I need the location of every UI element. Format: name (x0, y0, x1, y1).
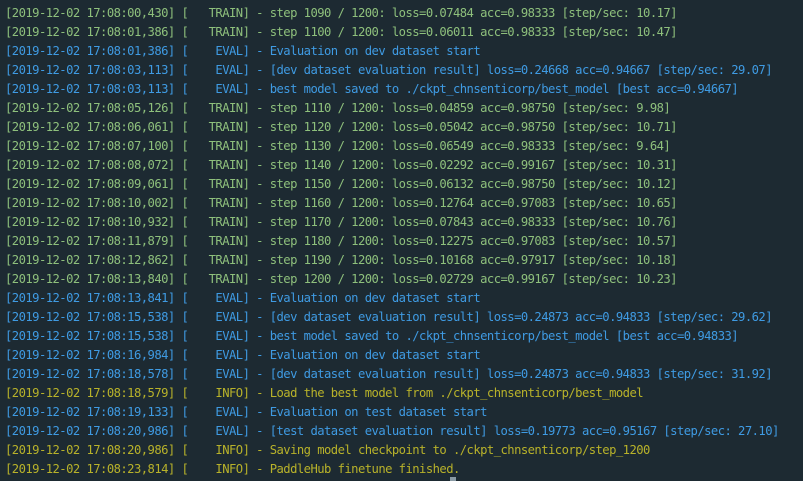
log-text: [2019-12-02 17:08:18,579] [ INFO] - Load… (5, 386, 644, 400)
log-line: [2019-12-02 17:08:23,814] [ INFO] - Padd… (5, 460, 460, 479)
log-line: [2019-12-02 17:08:05,126] [ TRAIN] - ste… (5, 99, 671, 118)
log-line: [2019-12-02 17:08:15,538] [ EVAL] - best… (5, 327, 739, 346)
log-text: [2019-12-02 17:08:15,538] [ EVAL] - best… (5, 329, 739, 343)
log-line: [2019-12-02 17:08:01,386] [ TRAIN] - ste… (5, 23, 678, 42)
log-line: [2019-12-02 17:08:11,879] [ TRAIN] - ste… (5, 232, 678, 251)
log-line: [2019-12-02 17:08:13,840] [ TRAIN] - ste… (5, 270, 678, 289)
log-text: [2019-12-02 17:08:06,061] [ TRAIN] - ste… (5, 120, 678, 134)
log-text: [2019-12-02 17:08:08,072] [ TRAIN] - ste… (5, 158, 678, 172)
log-line: [2019-12-02 17:08:15,538] [ EVAL] - [dev… (5, 308, 773, 327)
log-text: [2019-12-02 17:08:16,984] [ EVAL] - Eval… (5, 348, 481, 362)
log-line: [2019-12-02 17:08:10,002] [ TRAIN] - ste… (5, 194, 678, 213)
log-text: [2019-12-02 17:08:19,133] [ EVAL] - Eval… (5, 405, 487, 419)
log-text: [2019-12-02 17:08:00,430] [ TRAIN] - ste… (5, 6, 678, 20)
log-text: [2019-12-02 17:08:20,986] [ INFO] - Savi… (5, 443, 650, 457)
log-text: [2019-12-02 17:08:10,002] [ TRAIN] - ste… (5, 196, 678, 210)
log-text: [2019-12-02 17:08:03,113] [ EVAL] - [dev… (5, 63, 773, 77)
log-line: [2019-12-02 17:08:20,986] [ INFO] - Savi… (5, 441, 650, 460)
log-text: [2019-12-02 17:08:13,840] [ TRAIN] - ste… (5, 272, 678, 286)
log-line: [2019-12-02 17:08:07,100] [ TRAIN] - ste… (5, 137, 671, 156)
log-line: [2019-12-02 17:08:00,430] [ TRAIN] - ste… (5, 4, 678, 23)
log-text: [2019-12-02 17:08:01,386] [ EVAL] - Eval… (5, 44, 481, 58)
log-text: [2019-12-02 17:08:23,814] [ INFO] - Padd… (5, 462, 460, 476)
log-line: [2019-12-02 17:08:18,579] [ INFO] - Load… (5, 384, 644, 403)
log-text: [2019-12-02 17:08:07,100] [ TRAIN] - ste… (5, 139, 671, 153)
log-text: [2019-12-02 17:08:18,578] [ EVAL] - [dev… (5, 367, 773, 381)
log-line: [2019-12-02 17:08:08,072] [ TRAIN] - ste… (5, 156, 678, 175)
log-line: [2019-12-02 17:08:18,578] [ EVAL] - [dev… (5, 365, 773, 384)
log-line: [2019-12-02 17:08:03,113] [ EVAL] - [dev… (5, 61, 773, 80)
log-text: [2019-12-02 17:08:09,061] [ TRAIN] - ste… (5, 177, 678, 191)
terminal-output[interactable]: [2019-12-02 17:08:00,430] [ TRAIN] - ste… (0, 0, 803, 481)
log-text: [2019-12-02 17:08:01,386] [ TRAIN] - ste… (5, 25, 678, 39)
terminal-cursor (450, 477, 456, 481)
log-line: [2019-12-02 17:08:13,841] [ EVAL] - Eval… (5, 289, 481, 308)
log-text: [2019-12-02 17:08:03,113] [ EVAL] - best… (5, 82, 739, 96)
log-line: [2019-12-02 17:08:20,986] [ EVAL] - [tes… (5, 422, 779, 441)
log-line: [2019-12-02 17:08:06,061] [ TRAIN] - ste… (5, 118, 678, 137)
log-text: [2019-12-02 17:08:12,862] [ TRAIN] - ste… (5, 253, 678, 267)
log-line: [2019-12-02 17:08:16,984] [ EVAL] - Eval… (5, 346, 481, 365)
log-text: [2019-12-02 17:08:05,126] [ TRAIN] - ste… (5, 101, 671, 115)
log-text: [2019-12-02 17:08:10,932] [ TRAIN] - ste… (5, 215, 678, 229)
log-line: [2019-12-02 17:08:12,862] [ TRAIN] - ste… (5, 251, 678, 270)
log-line: [2019-12-02 17:08:03,113] [ EVAL] - best… (5, 80, 739, 99)
log-line: [2019-12-02 17:08:01,386] [ EVAL] - Eval… (5, 42, 481, 61)
log-line: [2019-12-02 17:08:19,133] [ EVAL] - Eval… (5, 403, 487, 422)
log-text: [2019-12-02 17:08:15,538] [ EVAL] - [dev… (5, 310, 773, 324)
log-line: [2019-12-02 17:08:10,932] [ TRAIN] - ste… (5, 213, 678, 232)
log-text: [2019-12-02 17:08:11,879] [ TRAIN] - ste… (5, 234, 678, 248)
log-line: [2019-12-02 17:08:09,061] [ TRAIN] - ste… (5, 175, 678, 194)
log-text: [2019-12-02 17:08:13,841] [ EVAL] - Eval… (5, 291, 481, 305)
log-text: [2019-12-02 17:08:20,986] [ EVAL] - [tes… (5, 424, 779, 438)
